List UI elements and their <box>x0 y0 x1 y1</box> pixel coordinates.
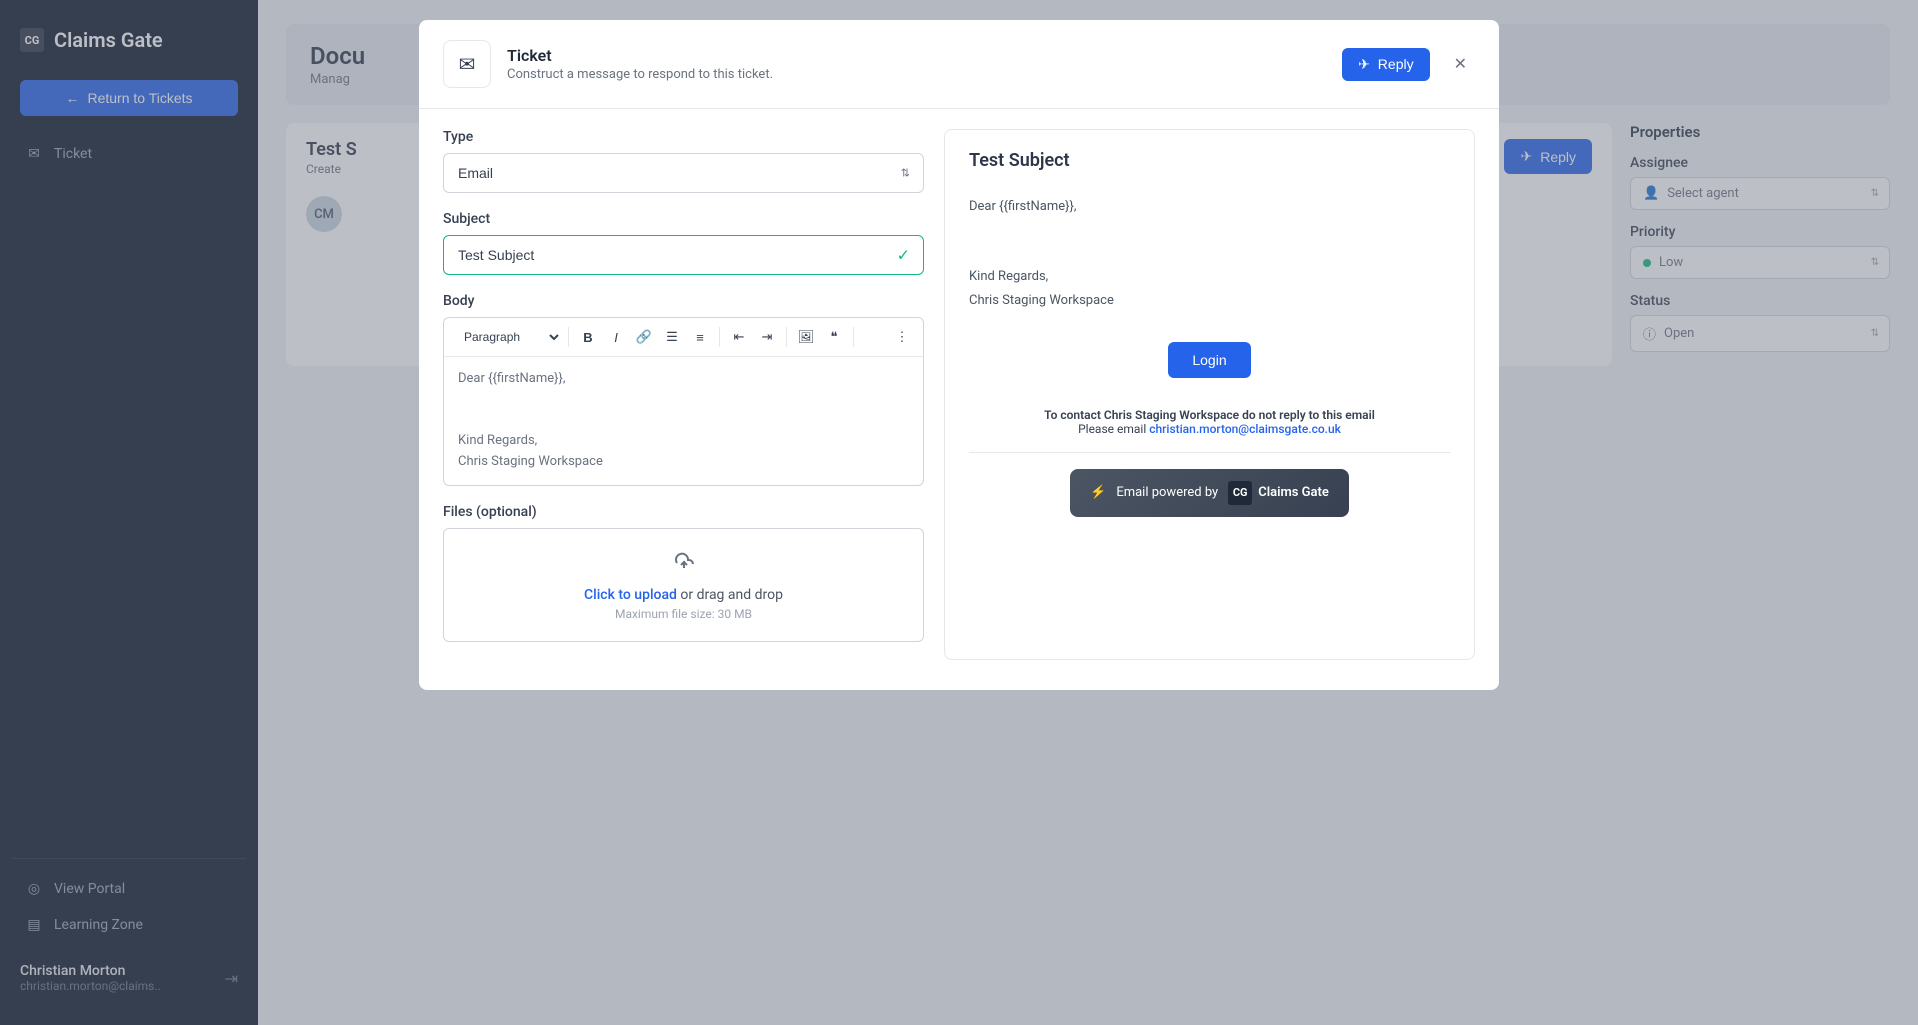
upload-link[interactable]: Click to upload <box>584 587 677 603</box>
upload-cloud-icon <box>672 549 696 573</box>
divider <box>853 327 854 347</box>
format-select[interactable]: Paragraph <box>452 325 562 349</box>
body-line: Chris Staging Workspace <box>458 452 909 473</box>
divider <box>786 327 787 347</box>
quote-icon[interactable]: ❝ <box>821 324 847 350</box>
editor-toolbar: Paragraph B I 🔗 ☰ ≡ ⇤ ⇥ 🖼 <box>444 318 923 357</box>
preview-signoff: Kind Regards, <box>969 265 1450 288</box>
upload-rest: or drag and drop <box>677 587 783 603</box>
preview-notice: To contact Chris Staging Workspace do no… <box>969 408 1450 436</box>
image-icon[interactable]: 🖼 <box>793 324 819 350</box>
modal-reply-button[interactable]: ✈ Reply <box>1342 48 1430 81</box>
preview-greeting: Dear {{firstName}}, <box>969 195 1450 218</box>
powered-badge: ⚡ Email powered by CG Claims Gate <box>1070 469 1349 517</box>
powered-brand: Claims Gate <box>1258 486 1329 500</box>
reply-label: Reply <box>1378 56 1414 72</box>
modal-title: Ticket <box>507 46 1326 65</box>
divider <box>719 327 720 347</box>
divider <box>568 327 569 347</box>
more-icon[interactable]: ⋮ <box>889 324 915 350</box>
italic-icon[interactable]: I <box>603 324 629 350</box>
type-select[interactable]: Email <box>443 153 924 193</box>
check-icon: ✓ <box>897 246 910 265</box>
upload-hint: Maximum file size: 30 MB <box>464 607 903 621</box>
reply-modal: ✉ Ticket Construct a message to respond … <box>419 20 1499 690</box>
preview-signoff: Chris Staging Workspace <box>969 289 1450 312</box>
close-icon[interactable]: ✕ <box>1446 50 1475 78</box>
body-line: Kind Regards, <box>458 431 909 452</box>
bold-icon[interactable]: B <box>575 324 601 350</box>
rich-text-editor: Paragraph B I 🔗 ☰ ≡ ⇤ ⇥ 🖼 <box>443 317 924 486</box>
envelope-icon: ✉ <box>443 40 491 88</box>
powered-text: Email powered by <box>1116 485 1218 500</box>
modal-overlay: ✉ Ticket Construct a message to respond … <box>0 0 1918 1025</box>
files-label: Files (optional) <box>443 504 924 520</box>
preview-title: Test Subject <box>969 150 1450 171</box>
modal-header: ✉ Ticket Construct a message to respond … <box>419 20 1499 109</box>
notice-prefix: Please email <box>1078 422 1149 436</box>
link-icon[interactable]: 🔗 <box>631 324 657 350</box>
subject-label: Subject <box>443 211 924 227</box>
indent-icon[interactable]: ⇥ <box>754 324 780 350</box>
outdent-icon[interactable]: ⇤ <box>726 324 752 350</box>
body-label: Body <box>443 293 924 309</box>
preview-column: Test Subject Dear {{firstName}}, Kind Re… <box>944 129 1475 660</box>
type-label: Type <box>443 129 924 145</box>
modal-subtitle: Construct a message to respond to this t… <box>507 67 1326 82</box>
notice-email[interactable]: christian.morton@claimsgate.co.uk <box>1149 422 1341 436</box>
bullet-list-icon[interactable]: ☰ <box>659 324 685 350</box>
notice-bold: To contact Chris Staging Workspace do no… <box>1044 408 1375 422</box>
editor-content[interactable]: Dear {{firstName}}, Kind Regards, Chris … <box>444 357 923 485</box>
form-column: Type Email Subject ✓ <box>443 129 924 660</box>
paper-plane-icon: ✈ <box>1358 56 1370 73</box>
body-line: Dear {{firstName}}, <box>458 369 909 390</box>
numbered-list-icon[interactable]: ≡ <box>687 324 713 350</box>
preview-footer: ⚡ Email powered by CG Claims Gate <box>969 452 1450 517</box>
logo-badge-icon: CG <box>1228 481 1252 505</box>
bolt-icon: ⚡ <box>1090 485 1106 500</box>
subject-input[interactable] <box>443 235 924 275</box>
login-button[interactable]: Login <box>1168 342 1250 378</box>
file-dropzone[interactable]: Click to upload or drag and drop Maximum… <box>443 528 924 642</box>
